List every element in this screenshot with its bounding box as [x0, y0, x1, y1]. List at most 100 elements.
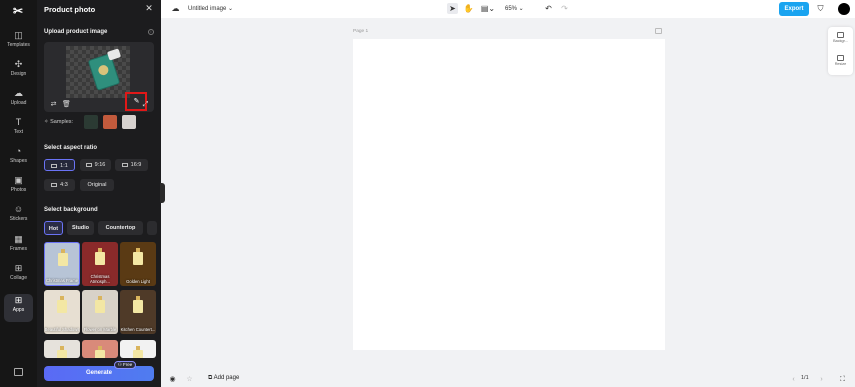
avatar[interactable]: [838, 3, 850, 15]
rail-item-templates[interactable]: ◫ Templates: [0, 29, 37, 57]
background-template-tile[interactable]: Golden Light: [120, 242, 156, 286]
background-template-tile[interactable]: [44, 340, 80, 358]
layout-icon[interactable]: ▤⌄: [479, 3, 497, 14]
background-tool[interactable]: Backgr...: [828, 29, 853, 49]
delete-icon[interactable]: 🗑: [62, 100, 71, 109]
stickers-icon: ☺: [13, 204, 24, 214]
ratio-label: 16:9: [130, 162, 142, 168]
rail-item-stickers[interactable]: ☺ Stickers: [0, 203, 37, 231]
redo-icon[interactable]: ↷: [559, 3, 570, 14]
resize-tool[interactable]: Resize: [828, 52, 853, 72]
select-tool-icon[interactable]: ➤: [447, 3, 458, 14]
ratio-icon: [51, 182, 58, 187]
cloud-icon[interactable]: ☁: [170, 3, 181, 14]
rail-item-label: Apps: [12, 307, 25, 313]
replace-icon[interactable]: ⇄: [49, 100, 58, 109]
capcut-logo[interactable]: ✂: [11, 4, 25, 18]
tab-studio[interactable]: Studio: [67, 221, 94, 235]
info-icon[interactable]: i: [148, 29, 154, 35]
rail-item-label: Text: [13, 129, 24, 135]
background-template-tile[interactable]: Beautiful Shadows: [44, 290, 80, 334]
top-bar: ☁ Untitled image ⌄ ➤ ✋ ▤⌄ 65% ⌄ ↶ ↷ Expo…: [161, 0, 855, 18]
background-template-tile[interactable]: Christmas Atmosph...: [82, 242, 118, 286]
ratio-icon: [51, 163, 58, 168]
tile-caption: Golden Light: [126, 279, 150, 284]
background-template-tile[interactable]: Flower on Marble: [82, 290, 118, 334]
tile-caption: Christmas Frame: [45, 278, 79, 283]
shield-icon[interactable]: ⛉: [815, 3, 826, 14]
product-bottle: [57, 346, 67, 358]
rail-item-label: Collage: [10, 275, 27, 281]
background-icon: [837, 32, 844, 38]
ratio-icon: [121, 162, 128, 167]
background-template-tile[interactable]: Christmas Frame: [44, 242, 80, 286]
photos-icon: ▣: [14, 175, 23, 185]
page-counter: 1/1: [801, 375, 809, 381]
background-template-tile[interactable]: Kitchen Countert...: [120, 290, 156, 334]
generate-button[interactable]: Generate: [44, 366, 154, 381]
background-template-tile[interactable]: [120, 340, 156, 358]
ratio-icon: [85, 162, 92, 167]
rail-item-label: Design: [10, 71, 27, 77]
ratio-4-3[interactable]: 4:3: [44, 179, 75, 191]
tab-hot[interactable]: Hot: [44, 221, 63, 235]
background-template-tile[interactable]: [82, 340, 118, 358]
layers-icon[interactable]: ◉: [168, 375, 177, 384]
product-bottle: [95, 346, 105, 358]
edit-icon: ✎: [133, 98, 140, 105]
hand-tool-icon[interactable]: ✋: [463, 3, 474, 14]
rail-item-label: Shapes: [10, 158, 27, 164]
zoom-level[interactable]: 65% ⌄: [505, 5, 524, 12]
tab-more[interactable]: [147, 221, 157, 235]
aspect-title: Select aspect ratio: [44, 145, 98, 151]
copy-page-icon[interactable]: [655, 28, 662, 34]
tile-caption: Christmas Atmosph...: [89, 274, 110, 284]
collage-icon: ⊞: [14, 263, 23, 273]
next-page-icon[interactable]: ›: [817, 375, 826, 384]
star-icon[interactable]: ☆: [185, 375, 194, 384]
rail-item-apps[interactable]: ⊞ Apps: [4, 294, 33, 322]
product-bottle: [95, 296, 105, 313]
chevron-down-icon: ⌄: [228, 6, 234, 12]
upload-icon: ☁: [14, 88, 23, 98]
templates-icon: ◫: [14, 30, 23, 40]
tile-caption: Kitchen Countert...: [120, 327, 156, 332]
keyboard-icon[interactable]: [14, 368, 23, 376]
sample-thumbnail[interactable]: [122, 115, 136, 129]
free-badge: ⚇ Free: [114, 361, 136, 369]
side-tools: Backgr... Resize: [828, 27, 853, 75]
expand-icon[interactable]: ⤢: [141, 100, 150, 109]
rail-item-collage[interactable]: ⊞ Collage: [0, 262, 37, 290]
tile-caption: Beautiful Shadows: [44, 327, 80, 332]
rail-item-shapes[interactable]: ◔ Shapes: [0, 145, 37, 173]
add-page-button[interactable]: ⧉ Add page: [208, 375, 239, 382]
rail-item-design[interactable]: ✣ Design: [0, 58, 37, 86]
frames-icon: ▦: [14, 234, 23, 244]
samples-label-text: Samples:: [50, 119, 74, 125]
fullscreen-icon[interactable]: ⛶: [838, 375, 847, 384]
rail-item-frames[interactable]: ▦ Frames: [0, 233, 37, 261]
undo-icon[interactable]: ↶: [543, 3, 554, 14]
rail-item-photos[interactable]: ▣ Photos: [0, 174, 37, 202]
ratio-label: 4:3: [60, 182, 68, 188]
product-bottle: [133, 248, 143, 265]
upload-preview[interactable]: ⇄ 🗑 ✎ ⤢: [44, 42, 154, 112]
panel-collapse-handle[interactable]: [160, 183, 165, 203]
rail-item-upload[interactable]: ☁ Upload: [0, 87, 37, 115]
ratio-9-16[interactable]: 9:16: [80, 159, 111, 171]
rail-item-text[interactable]: T Text: [0, 116, 37, 144]
export-button[interactable]: Export: [779, 2, 809, 16]
resize-tool-label: Resize: [834, 62, 847, 66]
canvas-page[interactable]: [353, 39, 665, 350]
prev-page-icon[interactable]: ‹: [789, 375, 798, 384]
close-icon[interactable]: ✕: [144, 3, 154, 13]
document-name[interactable]: Untitled image ⌄: [188, 5, 233, 12]
ratio-original[interactable]: Original: [80, 179, 114, 191]
sample-thumbnail[interactable]: [103, 115, 117, 129]
ratio-label: 9:16: [94, 162, 106, 168]
tab-countertop[interactable]: Countertop: [98, 221, 143, 235]
shapes-icon: ◔: [15, 146, 22, 156]
ratio-16-9[interactable]: 16:9: [115, 159, 148, 171]
ratio-1-1[interactable]: 1:1: [44, 159, 75, 171]
sample-thumbnail[interactable]: [84, 115, 98, 129]
